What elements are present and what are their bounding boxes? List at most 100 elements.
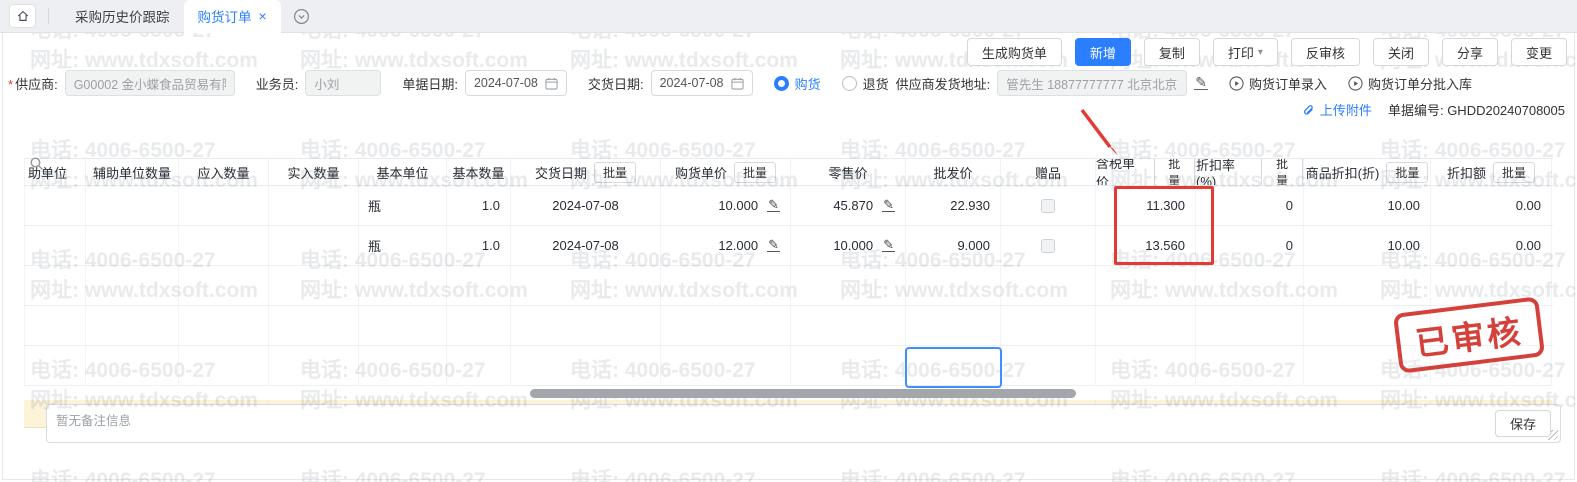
salesman-input[interactable]: [305, 70, 381, 96]
table-cell: [24, 306, 86, 345]
table-cell[interactable]: 9.000: [906, 226, 1001, 265]
table-cell[interactable]: [269, 186, 359, 225]
order-date-value: 2024-07-08: [474, 76, 538, 90]
column-header: 交货日期批量: [511, 159, 661, 185]
table-cell[interactable]: 0: [1196, 186, 1304, 225]
order-form: *供应商: 业务员: 单据日期: 2024-07-08 交货日期: 2024-0…: [8, 70, 1472, 96]
add-new-button[interactable]: 新增: [1075, 38, 1131, 66]
close-icon[interactable]: ×: [259, 9, 267, 23]
table-cell: [791, 346, 906, 385]
table-cell[interactable]: 瓶: [359, 186, 447, 225]
table-cell[interactable]: 0: [1196, 226, 1304, 265]
required-asterisk: *: [8, 77, 13, 92]
table-cell: [791, 306, 906, 345]
table-cell: [661, 306, 791, 345]
print-button[interactable]: 打印▾: [1213, 38, 1278, 66]
table-cell: [86, 346, 179, 385]
table-cell[interactable]: [1001, 186, 1096, 225]
purchase-order-screen: 电话: 4006-6500-27网址: www.tdxsoft.com电话: 4…: [0, 0, 1577, 482]
tab-purchase-order[interactable]: 购货订单 ×: [184, 0, 281, 33]
table-cell[interactable]: 10.00: [1304, 186, 1431, 225]
close-button[interactable]: 关闭: [1373, 38, 1429, 66]
table-cell: [269, 306, 359, 345]
table-body: 瓶1.02024-07-0810.000✎45.870✎22.93011.300…: [24, 186, 1553, 386]
order-date-input[interactable]: 2024-07-08: [465, 70, 567, 96]
purchase-order-batch-inbound-link[interactable]: 购货订单分批入库: [1348, 74, 1472, 93]
table-cell[interactable]: 0.00: [1431, 226, 1552, 265]
batch-button[interactable]: 批量: [734, 162, 776, 183]
table-cell[interactable]: 11.300: [1096, 186, 1196, 225]
table-cell[interactable]: 22.930: [906, 186, 1001, 225]
table-cell[interactable]: [269, 226, 359, 265]
share-button[interactable]: 分享: [1442, 38, 1498, 66]
radio-return[interactable]: 退货: [842, 74, 889, 93]
supplier-label: *供应商:: [8, 74, 58, 93]
table-cell[interactable]: 2024-07-08: [511, 226, 661, 265]
table-cell[interactable]: [179, 186, 269, 225]
table-cell[interactable]: 45.870✎: [791, 186, 906, 225]
table-cell[interactable]: [179, 226, 269, 265]
table-cell: [661, 266, 791, 305]
batch-button[interactable]: 批量: [1386, 162, 1428, 183]
edit-pencil-icon[interactable]: ✎: [767, 199, 780, 212]
table-cell[interactable]: [86, 226, 179, 265]
copy-button[interactable]: 复制: [1144, 38, 1200, 66]
table-cell[interactable]: 1.0: [447, 226, 511, 265]
home-button[interactable]: [9, 4, 36, 28]
table-cell[interactable]: 2024-07-08: [511, 186, 661, 225]
table-row-empty: [24, 306, 1553, 346]
table-cell[interactable]: [24, 186, 86, 225]
table-cell: [86, 306, 179, 345]
table-cell: [1096, 346, 1196, 385]
ship-address-label: 供应商发货地址:: [896, 74, 991, 93]
play-circle-icon: [1229, 76, 1244, 91]
gift-checkbox[interactable]: [1041, 239, 1055, 253]
table-cell[interactable]: 10.000✎: [661, 186, 791, 225]
upload-attachment-link[interactable]: 上传附件: [1302, 100, 1372, 119]
doc-number: 单据编号: GHDD20240708005: [1388, 100, 1565, 119]
scrollbar-thumb[interactable]: [530, 389, 1076, 398]
table-cell[interactable]: [1001, 226, 1096, 265]
chevron-down-circle-icon[interactable]: [293, 8, 310, 25]
batch-button[interactable]: 批量: [1493, 162, 1535, 183]
doc-row: 上传附件 单据编号: GHDD20240708005: [1302, 100, 1565, 119]
batch-button[interactable]: 批量: [1154, 159, 1195, 185]
purchase-order-entry-link[interactable]: 购货订单录入: [1229, 74, 1327, 93]
generate-purchase-order-button[interactable]: 生成购货单: [967, 38, 1062, 66]
remarks-box[interactable]: 暂无备注信息 保存: [46, 404, 1561, 443]
table-cell: [906, 306, 1001, 345]
save-button[interactable]: 保存: [1495, 410, 1551, 437]
column-header: 零售价: [791, 159, 906, 185]
batch-button[interactable]: 批量: [1261, 159, 1303, 185]
tab-purchase-history-price[interactable]: 采购历史价跟踪: [61, 0, 184, 33]
table-cell[interactable]: [86, 186, 179, 225]
supplier-input[interactable]: [65, 70, 235, 96]
paperclip-icon: [1302, 103, 1316, 117]
delivery-date-input[interactable]: 2024-07-08: [651, 70, 753, 96]
table-cell: [1001, 266, 1096, 305]
focused-cell-outline[interactable]: [905, 347, 1002, 388]
column-header: 批发价: [906, 159, 1001, 185]
table-cell[interactable]: 12.000✎: [661, 226, 791, 265]
tab-bar: 采购历史价跟踪 购货订单 ×: [0, 0, 1577, 33]
table-cell[interactable]: 瓶: [359, 226, 447, 265]
radio-purchase[interactable]: 购货: [774, 74, 821, 93]
table-cell[interactable]: 13.560: [1096, 226, 1196, 265]
edit-pencil-icon[interactable]: ✎: [882, 239, 895, 252]
table-cell[interactable]: 0.00: [1431, 186, 1552, 225]
gift-checkbox[interactable]: [1041, 199, 1055, 213]
batch-button[interactable]: 批量: [594, 162, 636, 183]
ship-address-input[interactable]: [997, 70, 1187, 96]
table-cell[interactable]: 1.0: [447, 186, 511, 225]
table-cell[interactable]: 10.00: [1304, 226, 1431, 265]
edit-pencil-icon[interactable]: ✎: [767, 239, 780, 252]
horizontal-scrollbar: [24, 386, 1553, 400]
edit-address-pencil-icon[interactable]: ✎: [1194, 76, 1208, 90]
reverse-audit-button[interactable]: 反审核: [1291, 38, 1360, 66]
table-cell[interactable]: 10.000✎: [791, 226, 906, 265]
table-cell[interactable]: [24, 226, 86, 265]
change-button[interactable]: 变更: [1511, 38, 1567, 66]
magnifier-icon: [28, 155, 45, 177]
table-cell: [1096, 306, 1196, 345]
edit-pencil-icon[interactable]: ✎: [882, 199, 895, 212]
